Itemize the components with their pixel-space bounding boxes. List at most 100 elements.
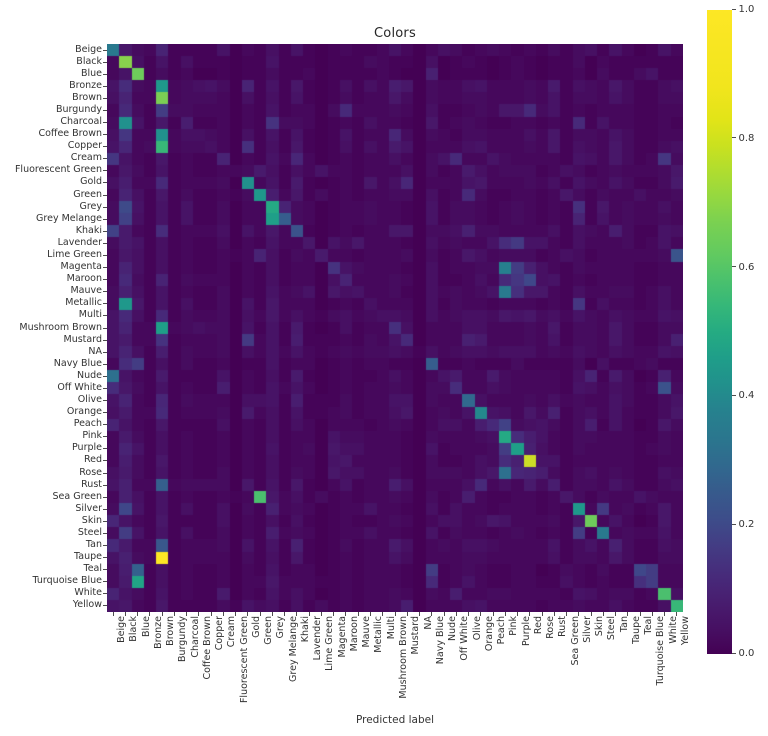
y-axis-ticks <box>103 44 107 612</box>
heatmap-cells[interactable] <box>107 44 683 612</box>
y-axis-tick-mark <box>103 508 107 510</box>
y-axis-tick-mark <box>103 230 107 232</box>
y-axis-tick-label: Multi <box>78 309 102 321</box>
x-axis-tick-mark <box>210 612 212 616</box>
x-axis-tick-mark <box>419 612 420 616</box>
y-axis-tick-mark <box>103 218 107 220</box>
x-axis-tick-label: Tan <box>618 616 630 633</box>
y-axis-tick-label: Beige <box>75 43 102 55</box>
y-axis-tick-mark <box>103 484 107 486</box>
y-axis-tick-label: Sea Green <box>52 490 103 502</box>
colorbar-tick: 0.0 <box>732 648 754 659</box>
y-axis-tick-label: Gold <box>80 176 102 188</box>
y-axis-tick-mark <box>103 375 107 377</box>
x-axis-tick-mark <box>406 612 408 616</box>
x-axis-tick-label: Navy Blue <box>434 616 446 665</box>
x-axis-tick-mark <box>320 612 322 616</box>
x-axis-tick-label: Metallic <box>373 616 385 653</box>
x-axis-tick-mark <box>198 612 200 616</box>
colorbar-tick-text: 0.4 <box>738 390 755 402</box>
x-axis-tick-label: Orange <box>483 616 495 652</box>
x-axis-tick-label: Bronze <box>152 616 164 649</box>
x-axis-tick-label: Sea Green <box>569 616 581 666</box>
x-axis-tick-label: Coffee Brown <box>201 616 213 680</box>
y-axis-tick-mark <box>103 49 107 51</box>
x-axis-tick-label: Beige <box>116 616 128 643</box>
colorbar-tick-labels: 0.0 0.2 0.4 0.6 0.8 1.0 <box>732 4 768 659</box>
colorbar-gradient[interactable] <box>707 10 732 654</box>
x-axis-tick-mark <box>664 612 666 616</box>
y-axis-tick-label: Orange <box>66 406 102 418</box>
y-axis-tick-mark <box>103 291 107 293</box>
x-axis-tick-mark <box>382 612 384 616</box>
x-axis-tick-mark <box>345 612 347 616</box>
y-axis-tick-label: Cream <box>70 152 102 164</box>
y-axis-tick-label: Lime Green <box>47 248 102 260</box>
y-axis-tick-label: Yellow <box>72 599 102 611</box>
chart-title: Colors <box>374 26 416 41</box>
y-axis-tick-mark <box>103 496 107 498</box>
x-axis-tick-mark <box>602 612 604 616</box>
x-axis-tick-mark <box>247 612 249 616</box>
y-axis-tick-label: Taupe <box>74 551 102 563</box>
x-axis-tick-label: Skin <box>594 616 606 637</box>
x-axis-tick-label: Taupe <box>630 616 642 644</box>
y-axis-tick-label: Bronze <box>69 79 102 91</box>
y-axis-tick-mark <box>103 532 107 534</box>
x-axis-tick-label: Turquoise Blue <box>655 616 667 686</box>
x-axis-tick-mark <box>222 612 224 616</box>
x-axis-tick-label: Lavender <box>312 616 324 661</box>
x-axis-tick-label: Red <box>532 616 544 635</box>
y-axis-tick-mark <box>103 448 107 450</box>
y-axis-tick-label: Mushroom Brown <box>19 321 102 333</box>
y-axis-tick-label: Black <box>76 55 102 67</box>
colorbar-tick: 1.0 <box>732 4 754 15</box>
y-axis-tick-label: Charcoal <box>60 116 102 128</box>
x-axis-tick-label: Yellow <box>679 616 691 646</box>
y-axis-tick-mark <box>103 569 107 571</box>
colorbar-tick-text: 0.0 <box>738 648 755 659</box>
x-axis-tick-label: Silver <box>581 616 593 643</box>
x-axis-tick-label: Peach <box>496 616 508 645</box>
heatmap-plot-area[interactable] <box>107 44 683 612</box>
x-axis-tick-mark <box>480 612 482 616</box>
y-axis-tick-label: Turquoise Blue <box>32 575 102 587</box>
colorbar-tick-text: 0.8 <box>738 132 755 144</box>
x-axis-tick-mark <box>443 612 445 616</box>
x-axis-tick-label: Nude <box>447 616 459 642</box>
y-axis-tick-mark <box>103 267 107 269</box>
x-axis-tick-label: Grey <box>275 616 287 639</box>
y-axis-tick-label: Fluorescent Green <box>14 164 102 176</box>
y-axis-tick-mark <box>103 97 107 99</box>
y-axis-tick-mark <box>103 109 107 111</box>
y-axis-tick-mark <box>103 279 107 281</box>
y-axis-tick-mark <box>103 605 107 607</box>
x-axis-tick-label: Mustard <box>410 616 422 655</box>
x-axis-tick-mark <box>492 612 494 616</box>
x-axis-tick-label: Copper <box>214 616 226 651</box>
x-axis-tick-mark <box>149 612 151 616</box>
x-axis-tick-mark <box>615 612 617 616</box>
y-axis-tick-mark <box>103 85 107 87</box>
colorbar-tick-text: 1.0 <box>738 4 755 15</box>
x-axis-tick-label: Burgundy <box>177 616 189 663</box>
x-axis-tick-mark <box>271 612 273 616</box>
y-axis-tick-label: Nude <box>76 369 102 381</box>
y-axis-tick-label: Teal <box>83 563 103 575</box>
y-axis-tick-label: Blue <box>80 67 102 79</box>
y-axis-tick-label: Navy Blue <box>53 357 102 369</box>
x-axis-tick-label: Rose <box>545 616 557 639</box>
y-axis-tick-label: Skin <box>81 514 102 526</box>
y-axis-tick-mark <box>103 412 107 414</box>
y-axis-tick-label: Mustard <box>63 333 102 345</box>
y-axis-tick-label: Lavender <box>57 236 102 248</box>
x-axis-tick-label: Cream <box>226 616 238 648</box>
y-axis-tick-mark <box>103 593 107 595</box>
y-axis-tick-mark <box>103 387 107 389</box>
y-axis-tick-label: Steel <box>77 526 102 538</box>
y-axis-tick-label: Silver <box>75 502 102 514</box>
x-axis-tick-label: Steel <box>606 616 618 641</box>
x-axis-tick-label: Charcoal <box>189 616 201 658</box>
x-axis-tick-mark <box>186 612 188 616</box>
y-axis-tick-label: Khaki <box>75 224 102 236</box>
